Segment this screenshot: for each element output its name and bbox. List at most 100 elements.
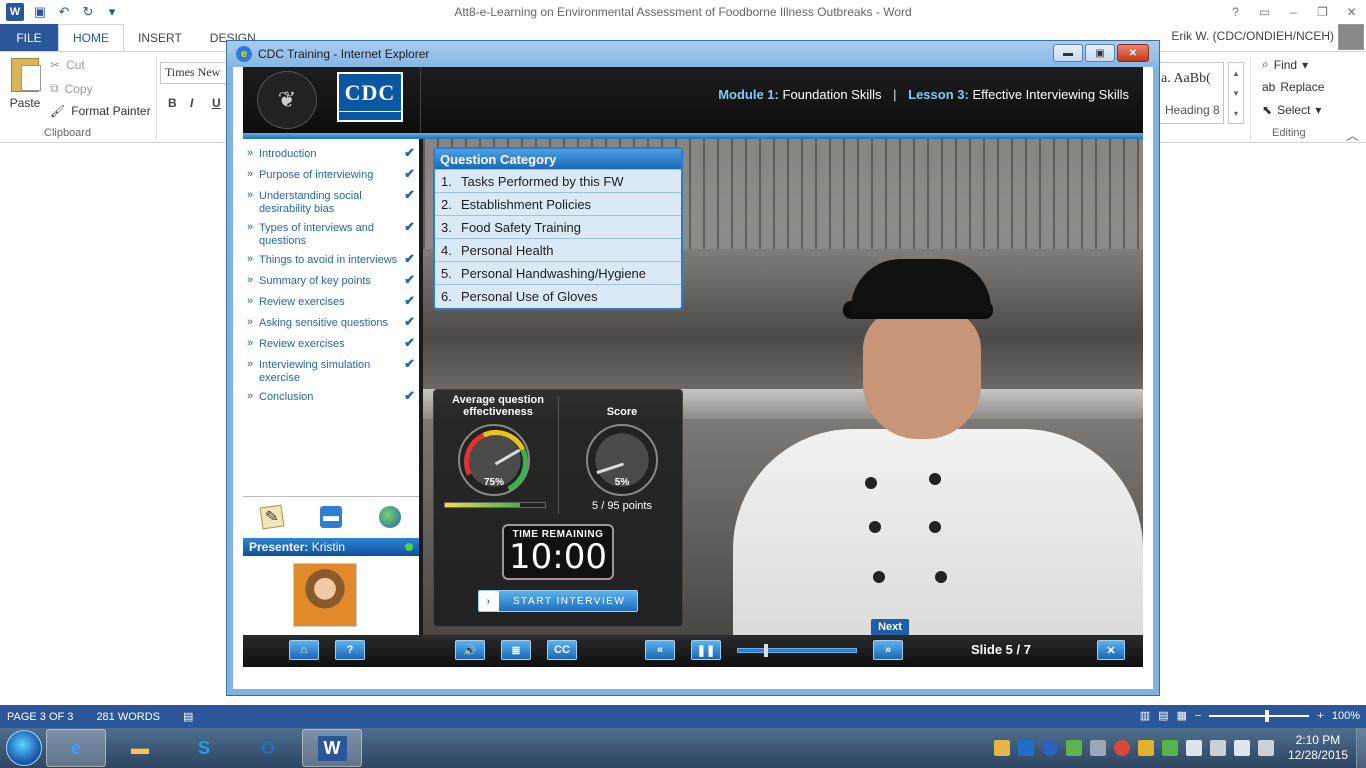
word-app-icon[interactable]: W	[6, 3, 24, 21]
bluetooth-icon[interactable]	[1041, 740, 1058, 756]
question-category-item[interactable]: 3. Food Safety Training	[435, 215, 681, 238]
bold-button[interactable]: B	[168, 96, 177, 110]
module-name: Foundation Skills	[782, 87, 882, 102]
select-button[interactable]: ⬉ Select ▾	[1262, 103, 1321, 117]
word-count[interactable]: 281 WORDS	[96, 711, 160, 723]
taskbar-outlook[interactable]: O	[238, 729, 298, 767]
print-layout-icon[interactable]: ▤	[1158, 709, 1168, 722]
start-interview-button[interactable]: › START INTERVIEW	[478, 590, 638, 612]
network-drive-icon[interactable]	[1089, 740, 1106, 756]
presenter-photo	[293, 563, 357, 627]
lock-icon[interactable]	[1137, 740, 1154, 756]
taskbar-word[interactable]: W	[302, 729, 362, 767]
question-category-item[interactable]: 2. Establishment Policies	[435, 192, 681, 215]
avatar[interactable]	[1338, 24, 1364, 50]
volume-icon[interactable]	[1257, 740, 1274, 756]
ie-close-icon[interactable]: ✕	[1117, 44, 1149, 62]
nav-item-label: Conclusion	[259, 391, 314, 403]
ribbon-display-icon[interactable]: ▭	[1250, 0, 1279, 24]
collapse-ribbon-icon[interactable]: ︿	[1346, 125, 1359, 144]
devices-icon[interactable]	[1209, 740, 1226, 756]
proofing-icon[interactable]: ▤	[183, 710, 193, 723]
outlook-tray-icon[interactable]	[1017, 740, 1034, 756]
seek-thumb[interactable]	[763, 644, 768, 657]
seek-bar[interactable]	[737, 644, 857, 657]
display-icon[interactable]	[1185, 740, 1202, 756]
tab-home[interactable]: HOME	[58, 24, 124, 51]
pause-button[interactable]: ❚❚	[691, 640, 721, 660]
start-button[interactable]	[6, 730, 42, 766]
restore-icon[interactable]: ❐	[1308, 0, 1337, 24]
find-button[interactable]: ⌕ Find ▾	[1262, 57, 1308, 72]
undo-icon[interactable]: ↶	[56, 4, 72, 20]
page-count[interactable]: PAGE 3 OF 3	[7, 711, 73, 723]
exit-button[interactable]: ✕	[1097, 640, 1125, 660]
question-icon: ?	[346, 644, 354, 656]
copy-button[interactable]: ⧉ Copy	[50, 81, 93, 96]
captions-button[interactable]: CC	[547, 640, 577, 660]
customize-qat-icon[interactable]: ▾	[104, 4, 120, 20]
question-category-item[interactable]: 5. Personal Handwashing/Hygiene	[435, 261, 681, 284]
styles-gallery[interactable]: a. AaBb( Heading 8	[1158, 62, 1224, 124]
read-mode-icon[interactable]: ▥	[1140, 709, 1150, 722]
nav-item[interactable]: Introduction ✔	[243, 145, 419, 166]
font-name-field[interactable]: Times New	[160, 62, 228, 84]
tab-insert[interactable]: INSERT	[124, 24, 196, 51]
volume-button[interactable]: 🔊	[455, 640, 485, 660]
update-icon[interactable]	[1161, 740, 1178, 756]
show-desktop-button[interactable]	[1356, 728, 1366, 768]
next-button[interactable]: »	[873, 640, 903, 660]
replace-button[interactable]: ab Replace	[1262, 80, 1324, 94]
italic-button[interactable]: I	[190, 96, 193, 110]
paste-button[interactable]: Paste	[6, 58, 44, 110]
ie-maximize-icon[interactable]: ▣	[1085, 44, 1115, 62]
flag-icon[interactable]	[1233, 740, 1250, 756]
clock[interactable]: 2:10 PM 12/28/2015	[1288, 733, 1348, 763]
zoom-out-icon[interactable]: −	[1195, 710, 1201, 722]
styles-scroller[interactable]: ▲ ▼ ▾	[1228, 62, 1244, 124]
underline-button[interactable]: U	[212, 96, 221, 110]
question-category-item[interactable]: 4. Personal Health	[435, 238, 681, 261]
mail-icon[interactable]	[993, 740, 1010, 756]
nav-item[interactable]: Asking sensitive questions ✔	[243, 314, 419, 335]
nav-item[interactable]: Things to avoid in interviews ✔	[243, 251, 419, 272]
web-layout-icon[interactable]: ▦	[1177, 709, 1187, 722]
folder-icon[interactable]: ▬	[319, 505, 342, 528]
taskbar-explorer[interactable]: ▬	[110, 729, 170, 767]
nav-item[interactable]: Review exercises ✔	[243, 335, 419, 356]
user-name[interactable]: Erik W. (CDC/ONDIEH/NCEH)	[1171, 29, 1334, 43]
question-category-number: 3.	[441, 220, 452, 235]
antivirus-icon[interactable]	[1113, 740, 1130, 756]
nav-item[interactable]: Interviewing simulation exercise ✔	[243, 356, 419, 388]
format-painter-button[interactable]: 🖌 Format Painter	[50, 104, 151, 118]
close-icon[interactable]: ✕	[1337, 0, 1366, 24]
nav-item[interactable]: Types of interviews and questions ✔	[243, 219, 419, 251]
nav-item[interactable]: Understanding social desirability bias ✔	[243, 187, 419, 219]
question-category-item[interactable]: 6. Personal Use of Gloves	[435, 284, 681, 307]
ie-title-bar[interactable]: e CDC Training - Internet Explorer ▬ ▣ ✕	[227, 41, 1159, 67]
question-category-item[interactable]: 1. Tasks Performed by this FW	[435, 169, 681, 192]
zoom-slider[interactable]	[1209, 709, 1310, 722]
transcript-button[interactable]: ≣	[501, 640, 531, 660]
tab-file[interactable]: FILE	[0, 24, 58, 51]
zoom-in-icon[interactable]: +	[1317, 710, 1323, 722]
ie-minimize-icon[interactable]: ▬	[1053, 44, 1083, 62]
nav-item[interactable]: Summary of key points ✔	[243, 272, 419, 293]
notes-icon[interactable]: ✎	[259, 504, 285, 529]
globe-icon[interactable]	[378, 505, 401, 528]
save-icon[interactable]: ▣	[32, 4, 48, 20]
minimize-icon[interactable]: –	[1279, 0, 1308, 24]
help-button[interactable]: ?	[335, 640, 365, 660]
nav-item[interactable]: Review exercises ✔	[243, 293, 419, 314]
redo-icon[interactable]: ↻	[80, 4, 96, 20]
previous-button[interactable]: «	[645, 640, 675, 660]
taskbar-skype[interactable]: S	[174, 729, 234, 767]
home-button[interactable]: ⌂	[289, 640, 319, 660]
cut-button[interactable]: ✂ Cut	[50, 58, 85, 72]
security-icon[interactable]	[1065, 740, 1082, 756]
zoom-level[interactable]: 100%	[1332, 710, 1360, 722]
help-icon[interactable]: ?	[1221, 0, 1250, 24]
nav-item[interactable]: Purpose of interviewing ✔	[243, 166, 419, 187]
nav-item[interactable]: Conclusion ✔	[243, 388, 419, 409]
taskbar-ie[interactable]: e	[46, 729, 106, 767]
